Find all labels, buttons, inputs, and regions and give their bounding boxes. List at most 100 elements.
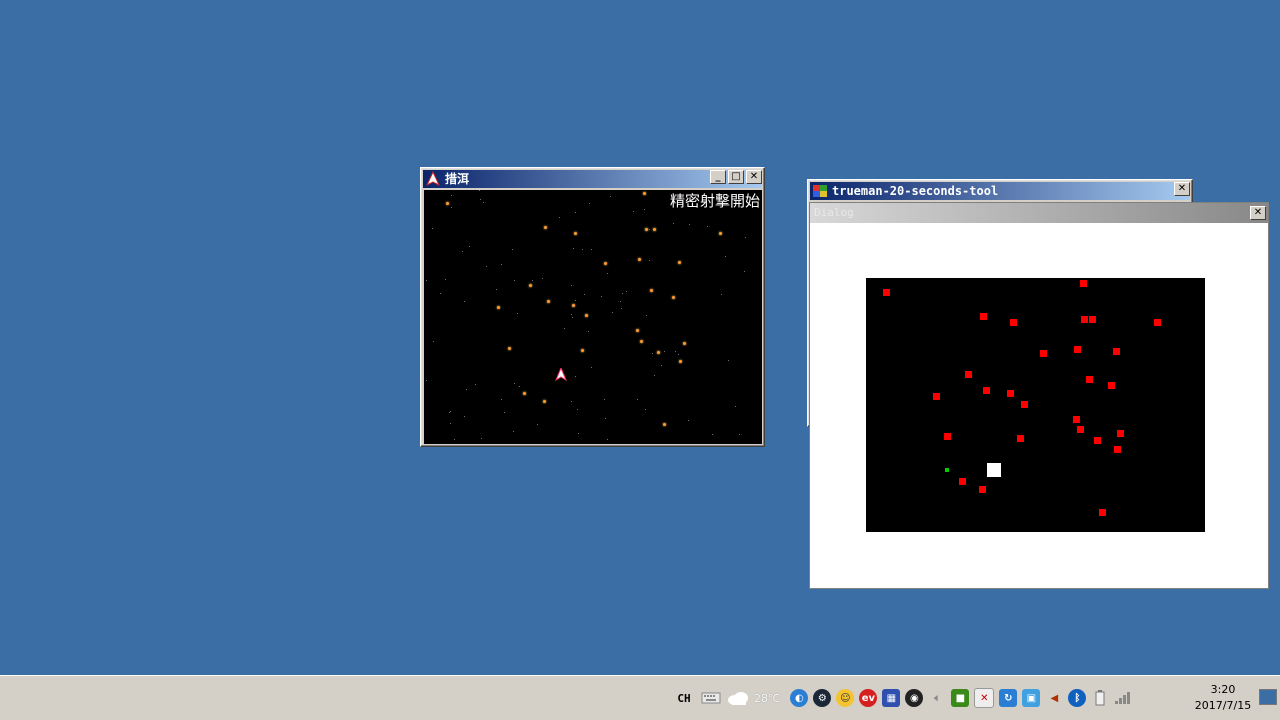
steam-icon[interactable]: ⚙ bbox=[813, 687, 832, 709]
signal-icon[interactable] bbox=[1114, 687, 1132, 709]
radar-enemy-marker bbox=[965, 371, 972, 378]
radar-canvas bbox=[866, 278, 1205, 532]
background-star bbox=[513, 431, 514, 432]
mascot-icon[interactable]: ☺ bbox=[836, 687, 855, 709]
background-star bbox=[451, 207, 452, 208]
background-star bbox=[621, 308, 622, 309]
background-star bbox=[559, 217, 560, 218]
background-star bbox=[501, 264, 502, 265]
radar-enemy-marker bbox=[933, 393, 940, 400]
background-star bbox=[664, 351, 665, 352]
enemy-bullet bbox=[604, 262, 607, 265]
background-star bbox=[450, 411, 451, 412]
weather-widget[interactable]: 28℃ bbox=[726, 689, 780, 707]
speed-icon[interactable]: ◉ bbox=[905, 687, 924, 709]
ev-icon[interactable]: ev bbox=[859, 687, 878, 709]
background-star bbox=[649, 260, 650, 261]
dialog-close-button[interactable]: ✕ bbox=[1250, 206, 1266, 220]
background-star bbox=[675, 351, 676, 352]
ship-icon bbox=[425, 171, 441, 187]
background-star bbox=[620, 301, 621, 302]
background-star bbox=[469, 246, 470, 247]
enemy-bullet bbox=[585, 314, 588, 317]
show-desktop-button[interactable] bbox=[1259, 689, 1277, 705]
game-canvas[interactable]: 精密射撃開始 bbox=[424, 190, 762, 444]
radar-enemy-marker bbox=[1010, 319, 1017, 326]
enemy-bullet bbox=[719, 232, 722, 235]
radar-enemy-marker bbox=[1086, 376, 1093, 383]
background-star bbox=[575, 212, 576, 213]
enemy-bullet bbox=[497, 306, 500, 309]
clock[interactable]: 3:20 2017/7/15 bbox=[1192, 682, 1254, 714]
shield-icon[interactable]: ◐ bbox=[790, 687, 809, 709]
enemy-bullet bbox=[544, 226, 547, 229]
minimize-button[interactable]: _ bbox=[710, 170, 726, 184]
bluetooth-icon[interactable]: ᛒ bbox=[1068, 687, 1087, 709]
game-window[interactable]: 措洱 _ □ ✕ 精密射撃開始 bbox=[420, 167, 765, 447]
background-star bbox=[519, 386, 520, 387]
background-star bbox=[462, 251, 463, 252]
background-star bbox=[454, 439, 455, 440]
radar-enemy-marker bbox=[1113, 348, 1120, 355]
background-star bbox=[573, 248, 574, 249]
enemy-bullet bbox=[640, 340, 643, 343]
radar-enemy-marker bbox=[959, 478, 966, 485]
grid-icon[interactable]: ▦ bbox=[882, 687, 901, 709]
background-star bbox=[644, 209, 645, 210]
radar-enemy-marker bbox=[980, 313, 987, 320]
background-star bbox=[688, 420, 689, 421]
background-star bbox=[605, 418, 606, 419]
background-star bbox=[646, 315, 647, 316]
enemy-bullet bbox=[643, 192, 646, 195]
volume-icon[interactable]: ◀ bbox=[1045, 687, 1063, 709]
enemy-bullet bbox=[508, 347, 511, 350]
enemy-bullet bbox=[543, 400, 546, 403]
update-icon[interactable]: ↻ bbox=[999, 687, 1018, 709]
background-star bbox=[604, 399, 605, 400]
background-star bbox=[537, 424, 538, 425]
background-star bbox=[486, 266, 487, 267]
tool-close-button[interactable]: ✕ bbox=[1174, 182, 1190, 196]
background-star bbox=[578, 433, 579, 434]
keyboard-icon[interactable] bbox=[701, 687, 721, 709]
dialog-titlebar[interactable]: Dialog bbox=[810, 203, 1268, 223]
nvidia-icon[interactable]: ■ bbox=[951, 687, 970, 709]
background-star bbox=[480, 199, 481, 200]
maximize-button[interactable]: □ bbox=[728, 170, 744, 184]
background-star bbox=[584, 294, 585, 295]
background-star bbox=[426, 280, 427, 281]
close-button[interactable]: ✕ bbox=[746, 170, 762, 184]
cloud-icon bbox=[728, 692, 748, 705]
radar-enemy-marker bbox=[1081, 316, 1088, 323]
background-star bbox=[571, 401, 572, 402]
radar-enemy-marker bbox=[1094, 437, 1101, 444]
dialog-window[interactable]: Dialog ✕ bbox=[809, 202, 1269, 589]
background-star bbox=[622, 293, 623, 294]
radar-enemy-marker bbox=[1117, 430, 1124, 437]
radar-target-marker bbox=[945, 468, 949, 472]
background-star bbox=[426, 380, 427, 381]
background-star bbox=[483, 202, 484, 203]
radar-enemy-marker bbox=[1080, 280, 1087, 287]
background-star bbox=[517, 313, 518, 314]
background-star bbox=[572, 317, 573, 318]
volume-outline-icon[interactable]: 🔈︎ bbox=[928, 687, 946, 709]
tool-titlebar[interactable]: trueman-20-seconds-tool bbox=[810, 182, 1190, 200]
background-star bbox=[504, 412, 505, 413]
clock-date: 2017/7/15 bbox=[1194, 699, 1252, 712]
network-manager-icon[interactable]: ▣ bbox=[1022, 687, 1041, 709]
radar-enemy-marker bbox=[979, 486, 986, 493]
blocked-icon[interactable]: ✕ bbox=[974, 687, 995, 709]
background-star bbox=[728, 360, 729, 361]
background-star bbox=[501, 399, 502, 400]
game-status-text: 精密射撃開始 bbox=[669, 192, 760, 210]
language-indicator[interactable]: CH bbox=[672, 687, 696, 709]
background-star bbox=[481, 438, 482, 439]
radar-enemy-marker bbox=[1099, 509, 1106, 516]
background-star bbox=[654, 375, 655, 376]
background-star bbox=[588, 331, 589, 332]
enemy-bullet bbox=[678, 261, 681, 264]
enemy-bullet bbox=[683, 342, 686, 345]
battery-icon[interactable] bbox=[1091, 687, 1109, 709]
enemy-bullet bbox=[574, 232, 577, 235]
